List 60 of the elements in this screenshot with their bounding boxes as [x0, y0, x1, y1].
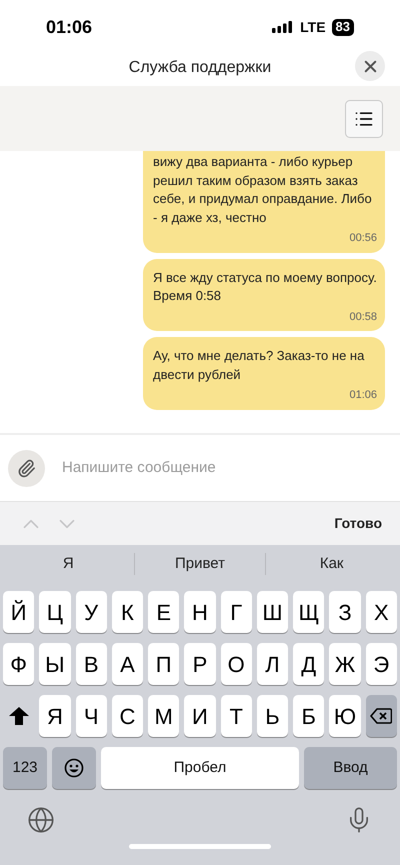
keyboard-key[interactable]: Ш	[256, 591, 288, 633]
keyboard-key[interactable]: Э	[366, 643, 397, 685]
keyboard-key[interactable]: Ы	[39, 643, 71, 685]
keyboard-key[interactable]: М	[148, 695, 180, 737]
keyboard-key[interactable]: Я	[39, 695, 71, 737]
keyboard-key[interactable]: Н	[184, 591, 216, 633]
keyboard-key[interactable]: Х	[366, 591, 397, 633]
suggestion[interactable]: Как	[266, 552, 398, 576]
keyboard-key[interactable]: Ю	[329, 695, 361, 737]
paperclip-icon	[17, 458, 36, 478]
message-time: 01:06	[349, 388, 377, 403]
return-key[interactable]: Ввод	[304, 747, 397, 789]
keyboard-key[interactable]: Г	[220, 591, 252, 633]
keyboard-key[interactable]: Ц	[39, 591, 71, 633]
keyboard-key[interactable]: Р	[184, 643, 216, 685]
keyboard-key[interactable]: К	[112, 591, 144, 633]
keyboard-key[interactable]: С	[112, 695, 144, 737]
globe-icon[interactable]	[27, 806, 55, 834]
keyboard-key[interactable]: Б	[293, 695, 324, 737]
message-time: 00:56	[349, 231, 377, 246]
emoji-icon	[64, 758, 84, 778]
keyboard-key[interactable]: А	[112, 643, 144, 685]
menu-button[interactable]	[345, 100, 383, 138]
keyboard-key[interactable]: В	[76, 643, 107, 685]
keyboard-key[interactable]: Ж	[329, 643, 361, 685]
emoji-key[interactable]	[52, 747, 96, 789]
shift-icon	[8, 707, 29, 725]
keyboard-key[interactable]: Л	[256, 643, 288, 685]
keyboard-key[interactable]: Ч	[76, 695, 107, 737]
suggestion[interactable]: Я	[3, 552, 134, 576]
keyboard-key[interactable]: П	[148, 643, 180, 685]
message-text: вижу два варианта - либо курьер решил таким образом взять заказ себе, и придумал оправдание. Либо - я даже хз, честно	[153, 153, 373, 227]
backspace-icon	[370, 708, 392, 724]
message-time: 00:58	[349, 310, 377, 324]
suggestion[interactable]: Привет	[134, 552, 266, 576]
keyboard-key[interactable]: Т	[220, 695, 252, 737]
keyboard-key[interactable]: И	[184, 695, 216, 737]
keyboard-key[interactable]: Щ	[293, 591, 324, 633]
attach-button[interactable]	[8, 450, 45, 486]
close-button[interactable]	[355, 51, 385, 81]
keyboard-key[interactable]: Ь	[256, 695, 288, 737]
numbers-key[interactable]: 123	[3, 747, 47, 789]
keyboard-key[interactable]: Ф	[3, 643, 34, 685]
keyboard-key[interactable]: Й	[3, 591, 34, 633]
message-text: Ау, что мне делать? Заказ-то не на двести рублей	[153, 347, 366, 384]
message-input[interactable]: Напишите сообщение	[62, 456, 392, 480]
keyboard-key[interactable]: Е	[148, 591, 180, 633]
message-text: Я все жду статуса по моему вопросу. Время 0:58	[153, 268, 377, 305]
signal-icon	[272, 21, 294, 33]
keyboard-key[interactable]: З	[329, 591, 361, 633]
keyboard-key[interactable]: О	[220, 643, 252, 685]
chat-title: Служба поддержки	[128, 58, 272, 78]
status-time: 01:06	[46, 16, 92, 38]
battery-indicator: 83	[332, 18, 354, 36]
keyboard-key[interactable]: Д	[293, 643, 324, 685]
backspace-key[interactable]	[366, 695, 397, 737]
keyboard-key[interactable]: У	[76, 591, 107, 633]
space-key[interactable]: Пробел	[101, 747, 299, 789]
network-label: LTE	[300, 18, 326, 36]
done-button[interactable]: Готово	[334, 513, 382, 534]
